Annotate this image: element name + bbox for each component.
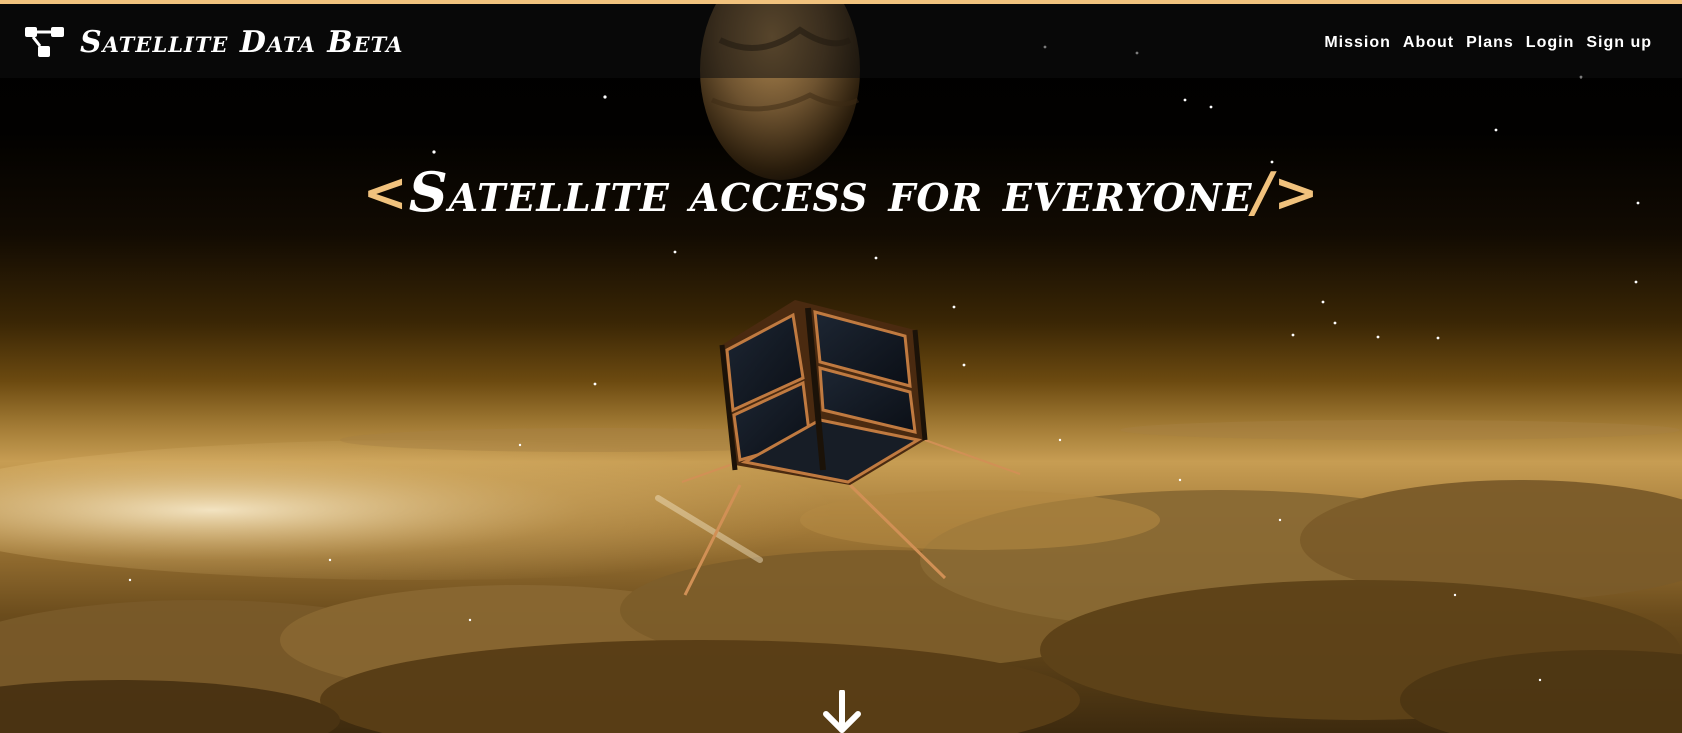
network-nodes-icon bbox=[25, 27, 64, 57]
nav-link-signup[interactable]: Sign up bbox=[1586, 34, 1652, 52]
hero-background-scene bbox=[0, 0, 1682, 733]
top-accent-bar bbox=[0, 0, 1682, 4]
headline-open-bracket: < bbox=[362, 160, 409, 224]
main-nav: Mission About Plans Login Sign up bbox=[1324, 34, 1652, 52]
hero-section: Satellite Data Beta Mission About Plans … bbox=[0, 0, 1682, 733]
arrow-down-icon[interactable] bbox=[820, 690, 864, 733]
brand[interactable]: Satellite Data Beta bbox=[24, 24, 403, 60]
top-navbar: Satellite Data Beta Mission About Plans … bbox=[0, 4, 1682, 78]
brand-title: Satellite Data Beta bbox=[80, 24, 404, 60]
hero-headline: <Satellite access for everyone/> bbox=[0, 160, 1682, 224]
nav-link-about[interactable]: About bbox=[1403, 34, 1454, 52]
nav-link-mission[interactable]: Mission bbox=[1324, 34, 1391, 52]
nav-link-plans[interactable]: Plans bbox=[1466, 34, 1514, 52]
headline-text: Satellite access for everyone bbox=[408, 160, 1253, 224]
nav-link-login[interactable]: Login bbox=[1526, 34, 1575, 52]
headline-close-bracket: /> bbox=[1252, 160, 1320, 224]
